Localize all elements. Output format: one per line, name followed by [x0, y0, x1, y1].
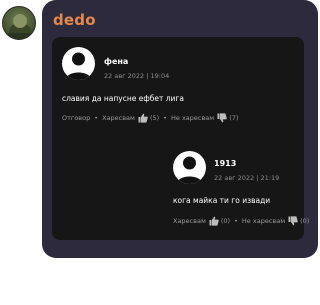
like-count: (0) [220, 217, 231, 225]
dislike-count: (7) [229, 114, 239, 122]
avatar[interactable] [62, 47, 95, 80]
separator: • [163, 114, 167, 122]
comment-text: кога майка ти го извади [173, 196, 271, 205]
like-count: (5) [149, 114, 160, 122]
thumbs-up-icon[interactable] [209, 216, 219, 226]
comment-author[interactable]: фена [104, 57, 128, 66]
comment-thread: фена 22 авг 2022 | 19:04 славия да напус… [52, 37, 309, 240]
separator: • [94, 114, 99, 122]
like-button[interactable]: Харесвам [173, 217, 206, 225]
user-avatar[interactable] [2, 6, 36, 40]
reply-button[interactable]: Отговор [62, 114, 90, 122]
comment-actions: Харесвам (0) • Не харесвам (0) [173, 216, 309, 226]
comment-date: 22 авг 2022 | 19:04 [104, 72, 170, 80]
thumbs-down-icon[interactable] [288, 216, 298, 226]
like-button[interactable]: Харесвам [102, 114, 135, 122]
dislike-button[interactable]: Не харесвам [242, 217, 285, 225]
comments-panel: dedo фена 22 авг 2022 | 19:04 славия да … [42, 0, 318, 258]
dislike-count: (0) [300, 217, 310, 225]
comment-item: фена 22 авг 2022 | 19:04 славия да напус… [52, 37, 304, 125]
comment-author[interactable]: 1913 [214, 159, 236, 168]
avatar[interactable] [173, 151, 206, 184]
comment-text: славия да напусне ефбет лига [62, 94, 184, 103]
comment-item: 1913 22 авг 2022 | 21:19 кога майка ти г… [162, 149, 309, 237]
comment-actions: Отговор • Харесвам (5) • Не харесвам (7) [62, 113, 238, 123]
thumbs-down-icon[interactable] [217, 113, 227, 123]
thumbs-up-icon[interactable] [138, 113, 148, 123]
separator: • [234, 217, 238, 225]
profile-username[interactable]: dedo [53, 11, 96, 29]
comment-date: 22 авг 2022 | 21:19 [214, 174, 280, 182]
dislike-button[interactable]: Не харесвам [171, 114, 214, 122]
